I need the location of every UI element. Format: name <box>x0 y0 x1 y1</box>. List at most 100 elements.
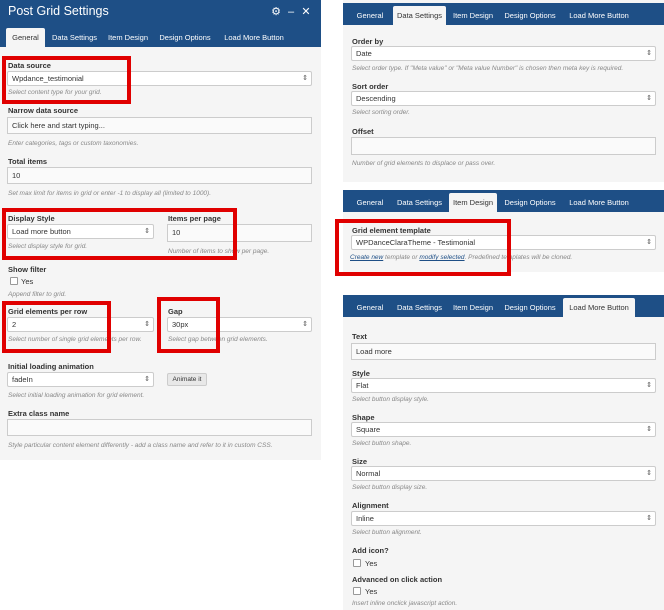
tab-design-options[interactable]: Design Options <box>155 28 215 47</box>
button-text-input[interactable]: Load more <box>351 343 656 360</box>
size-label: Size <box>352 457 368 466</box>
offset-label: Offset <box>352 127 374 136</box>
select-arrow-icon: ⇕ <box>302 321 308 328</box>
tab-load-more-button[interactable]: Load More Button <box>563 298 635 317</box>
select-arrow-icon: ⇕ <box>646 50 652 57</box>
narrow-data-source-desc: Enter categories, tags or custom taxonom… <box>8 140 139 147</box>
load-more-tabbar: General Data Settings Item Design Design… <box>343 295 664 317</box>
alignment-desc: Select button alignment. <box>352 529 422 536</box>
alignment-value: Inline <box>356 514 374 523</box>
shape-select[interactable]: Square ⇕ <box>351 422 656 437</box>
extra-class-name-desc: Style particular content element differe… <box>8 442 273 449</box>
sort-order-select[interactable]: Descending ⇕ <box>351 91 656 106</box>
tab-data-settings[interactable]: Data Settings <box>48 28 101 47</box>
size-select[interactable]: Normal ⇕ <box>351 466 656 481</box>
add-icon-label: Add icon? <box>352 546 389 555</box>
total-items-desc: Set max limit for items in grid or enter… <box>8 190 212 197</box>
tab-data-settings[interactable]: Data Settings <box>393 6 446 25</box>
tab-general[interactable]: General <box>350 193 390 212</box>
tab-item-design[interactable]: Item Design <box>449 298 497 317</box>
data-settings-tabbar: General Data Settings Item Design Design… <box>343 3 664 25</box>
narrow-data-source-placeholder: Click here and start typing... <box>12 121 105 130</box>
add-icon-checkbox[interactable] <box>353 559 361 567</box>
narrow-data-source-input[interactable]: Click here and start typing... <box>7 117 312 134</box>
tab-item-design[interactable]: Item Design <box>104 28 152 47</box>
panel-titlebar: Post Grid Settings ⚙ – ✕ <box>0 0 321 25</box>
sort-order-label: Sort order <box>352 82 389 91</box>
narrow-data-source-label: Narrow data source <box>8 106 79 115</box>
select-arrow-icon: ⇕ <box>646 382 652 389</box>
tab-item-design[interactable]: Item Design <box>449 193 497 212</box>
advanced-onclick-desc: Insert inline onclick javascript action. <box>352 600 458 607</box>
order-by-label: Order by <box>352 37 384 46</box>
style-label: Style <box>352 369 370 378</box>
total-items-value: 10 <box>12 171 21 180</box>
advanced-onclick-checkbox[interactable] <box>353 587 361 595</box>
tab-data-settings[interactable]: Data Settings <box>393 298 446 317</box>
text-label: Text <box>352 332 367 341</box>
tab-general[interactable]: General <box>6 28 45 47</box>
select-arrow-icon: ⇕ <box>646 426 652 433</box>
highlight-elements-per-row <box>2 301 111 353</box>
gear-icon[interactable]: ⚙ <box>270 5 282 19</box>
close-icon[interactable]: ✕ <box>300 5 312 19</box>
select-arrow-icon: ⇕ <box>302 75 308 82</box>
item-design-tabbar: General Data Settings Item Design Design… <box>343 190 664 212</box>
tab-data-settings[interactable]: Data Settings <box>393 193 446 212</box>
select-arrow-icon: ⇕ <box>646 95 652 102</box>
sort-order-value: Descending <box>356 94 396 103</box>
tab-design-options[interactable]: Design Options <box>500 193 560 212</box>
total-items-label: Total items <box>8 157 48 166</box>
select-arrow-icon: ⇕ <box>646 239 652 246</box>
show-filter-desc: Append filter to grid. <box>8 291 67 298</box>
initial-loading-animation-value: fadeIn <box>12 375 33 384</box>
minimize-icon[interactable]: – <box>285 5 297 19</box>
offset-input[interactable] <box>351 137 656 155</box>
tab-item-design[interactable]: Item Design <box>449 6 497 25</box>
size-value: Normal <box>356 469 381 478</box>
show-filter-checkbox[interactable] <box>10 277 18 285</box>
tab-general[interactable]: General <box>350 298 390 317</box>
select-arrow-icon: ⇕ <box>646 515 652 522</box>
select-arrow-icon: ⇕ <box>646 470 652 477</box>
add-icon-option: Yes <box>365 559 378 568</box>
extra-class-name-label: Extra class name <box>8 409 70 418</box>
shape-label: Shape <box>352 413 375 422</box>
order-by-desc: Select order type. If "Meta value" or "M… <box>352 65 624 72</box>
tab-design-options[interactable]: Design Options <box>500 6 560 25</box>
highlight-grid-element-template <box>335 219 511 276</box>
alignment-select[interactable]: Inline ⇕ <box>351 511 656 526</box>
initial-loading-animation-select[interactable]: fadeIn ⇕ <box>7 372 154 387</box>
select-arrow-icon: ⇕ <box>144 321 150 328</box>
initial-loading-animation-label: Initial loading animation <box>8 362 94 371</box>
style-value: Flat <box>356 381 369 390</box>
advanced-onclick-label: Advanced on click action <box>352 575 443 584</box>
tab-load-more-button[interactable]: Load More Button <box>563 193 635 212</box>
size-desc: Select button display size. <box>352 484 428 491</box>
highlight-display-style <box>2 208 237 260</box>
left-tabbar: General Data Settings Item Design Design… <box>0 25 321 47</box>
total-items-input[interactable]: 10 <box>7 167 312 184</box>
order-by-value: Date <box>356 49 372 58</box>
tab-design-options[interactable]: Design Options <box>500 298 560 317</box>
data-settings-panel: General Data Settings Item Design Design… <box>343 0 664 182</box>
button-text-value: Load more <box>356 347 392 356</box>
animate-it-button[interactable]: Animate it <box>167 373 207 386</box>
extra-class-name-input[interactable] <box>7 419 312 436</box>
shape-value: Square <box>356 425 381 434</box>
tab-load-more-button[interactable]: Load More Button <box>218 28 290 47</box>
style-desc: Select button display style. <box>352 396 429 403</box>
select-arrow-icon: ⇕ <box>144 376 150 383</box>
show-filter-option: Yes <box>21 277 34 286</box>
order-by-select[interactable]: Date ⇕ <box>351 46 656 61</box>
panel-title: Post Grid Settings <box>8 4 109 18</box>
initial-loading-animation-desc: Select initial loading animation for gri… <box>8 392 145 399</box>
tab-general[interactable]: General <box>350 6 390 25</box>
highlight-data-source <box>2 56 131 104</box>
advanced-onclick-option: Yes <box>365 587 378 596</box>
highlight-gap <box>157 297 220 353</box>
alignment-label: Alignment <box>352 501 389 510</box>
style-select[interactable]: Flat ⇕ <box>351 378 656 393</box>
offset-desc: Number of grid elements to displace or p… <box>352 160 496 167</box>
tab-load-more-button[interactable]: Load More Button <box>563 6 635 25</box>
